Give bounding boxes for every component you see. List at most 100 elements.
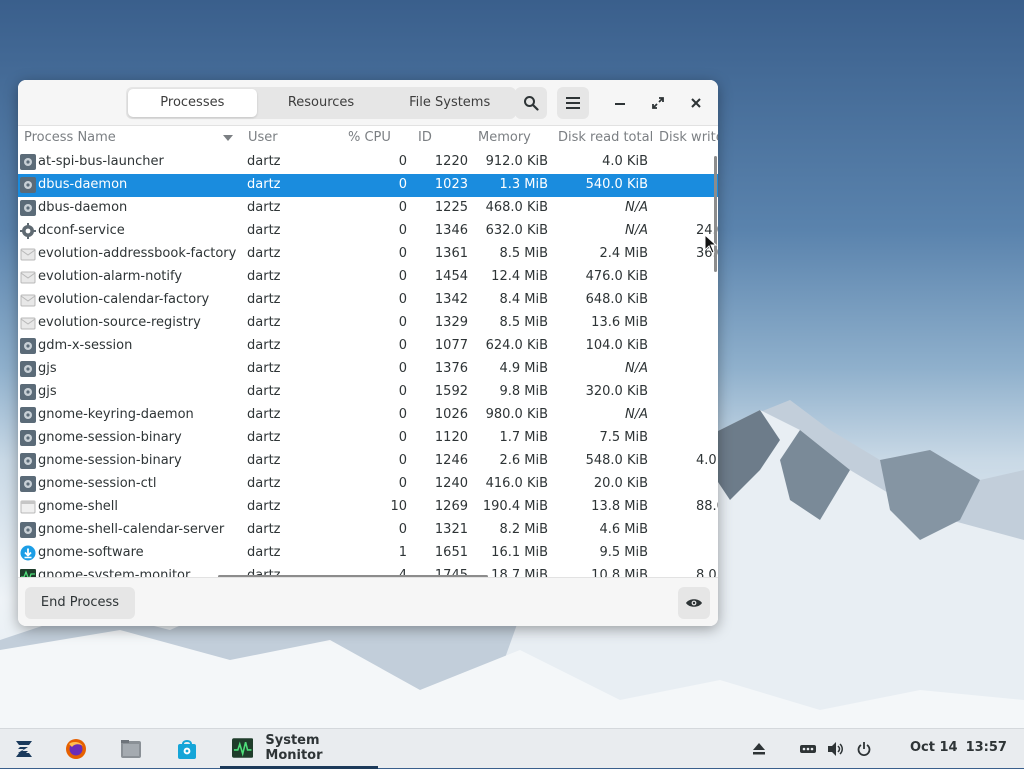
vertical-scrollbar[interactable] (714, 156, 717, 272)
cell-disk-read: 548.0 KiB (585, 453, 648, 468)
table-row[interactable]: dbus-daemon dartz 0 1225 468.0 KiB N/A (18, 197, 718, 220)
network-indicator[interactable] (797, 729, 819, 769)
process-download-icon (20, 545, 36, 561)
cell-id: 1342 (434, 292, 468, 307)
cell-user: dartz (247, 292, 281, 307)
cell-cpu: 0 (398, 223, 407, 238)
cell-memory: 8.2 MiB (499, 522, 548, 537)
cell-memory: 8.5 MiB (499, 246, 548, 261)
cell-id: 1240 (434, 476, 468, 491)
taskbar-system-monitor[interactable]: System Monitor (220, 729, 378, 769)
taskbar-system-monitor-label: System Monitor (265, 732, 323, 763)
cell-name: gnome-software (38, 545, 144, 560)
maximize-button[interactable] (645, 90, 671, 116)
main-menu-button[interactable] (557, 87, 589, 119)
search-button[interactable] (515, 87, 547, 119)
process-cog-icon (20, 223, 36, 239)
cell-user: dartz (247, 453, 281, 468)
process-gear-icon (20, 200, 36, 216)
column-header-cpu[interactable]: % CPU (348, 130, 391, 145)
table-row[interactable]: gnome-shell-calendar-server dartz 0 1321 8.2… (18, 519, 718, 542)
minimize-button[interactable] (607, 90, 633, 116)
cell-id: 1454 (434, 269, 468, 284)
system-monitor-icon (232, 737, 254, 758)
table-row[interactable]: gnome-session-binary dartz 0 1246 2.6 MiB 548… (18, 450, 718, 473)
view-switcher: Processes Resources File Systems (126, 87, 516, 119)
cell-cpu: 0 (398, 200, 407, 215)
cell-cpu: 0 (398, 476, 407, 491)
cell-disk-write: 4.0 (696, 453, 717, 468)
firefox-launcher[interactable] (58, 729, 94, 769)
cell-memory: 4.9 MiB (499, 361, 548, 376)
table-row[interactable]: dconf-servicedartz01346632.0 KiBN/A24.0 (18, 220, 718, 243)
column-header-memory[interactable]: Memory (478, 130, 531, 145)
sort-descending-icon[interactable] (223, 135, 233, 141)
table-row[interactable]: at-spi-bus-launcher dartz 0 1220 912.0 KiB 4.… (18, 151, 718, 174)
mouse-pointer-icon (704, 234, 718, 254)
process-gear-icon (20, 522, 36, 538)
cell-cpu: 0 (398, 522, 407, 537)
zorin-menu-button[interactable] (6, 729, 42, 769)
table-row[interactable]: gnome-session-ctl dartz 0 1240 416.0 KiB 20.0… (18, 473, 718, 496)
cell-disk-read: 104.0 KiB (585, 338, 648, 353)
table-row[interactable]: evolution-source-registry dartz 0 1329 8.5 M… (18, 312, 718, 335)
cell-memory: 980.0 KiB (485, 407, 548, 422)
search-icon (524, 96, 539, 111)
table-row[interactable]: evolution-alarm-notify dartz 0 1454 12.4 MiB… (18, 266, 718, 289)
power-icon (857, 742, 871, 756)
cell-memory: 190.4 MiB (482, 499, 548, 514)
cell-user: dartz (247, 384, 281, 399)
table-row-selected[interactable]: dbus-daemon dartz 0 1023 1.3 MiB 540.0 KiB (18, 174, 718, 197)
column-header-disk-write[interactable]: Disk write (659, 130, 718, 145)
table-row[interactable]: gjs dartz 0 1592 9.8 MiB 320.0 KiB (18, 381, 718, 404)
cell-name: gjs (38, 384, 57, 399)
cell-memory: 12.4 MiB (491, 269, 548, 284)
clock[interactable]: Oct 14 13:57 (910, 740, 1015, 755)
cell-memory: 9.8 MiB (499, 384, 548, 399)
table-row[interactable]: gdm-x-session dartz 0 1077 624.0 KiB 104.0 Ki… (18, 335, 718, 358)
column-header-user[interactable]: User (248, 130, 278, 145)
cell-memory: 624.0 KiB (485, 338, 548, 353)
cell-disk-read: N/A (625, 223, 648, 238)
column-header-disk-read-total[interactable]: Disk read total (558, 130, 653, 145)
close-button[interactable] (683, 90, 709, 116)
cell-user: dartz (247, 200, 281, 215)
eject-button[interactable] (748, 729, 770, 769)
cell-id: 1376 (434, 361, 468, 376)
table-row[interactable]: gnome-shell dartz 10 1269 190.4 MiB 13.8 MiB 8… (18, 496, 718, 519)
process-gear-icon (20, 384, 36, 400)
files-launcher[interactable] (113, 729, 149, 769)
column-header-process-name[interactable]: Process Name (24, 130, 116, 145)
cell-id: 1651 (434, 545, 468, 560)
table-row[interactable]: gnome-session-binary dartz 0 1120 1.7 MiB 7.5… (18, 427, 718, 450)
cell-disk-write: 88.0 (696, 499, 718, 514)
table-row[interactable]: evolution-addressbook-factory dartz 0 1361 8… (18, 243, 718, 266)
table-row[interactable]: gjs dartz 0 1376 4.9 MiB N/A (18, 358, 718, 381)
software-store-launcher[interactable] (169, 729, 205, 769)
column-header-id[interactable]: ID (418, 130, 432, 145)
volume-indicator[interactable] (825, 729, 847, 769)
tab-resources[interactable]: Resources (257, 89, 386, 117)
cell-id: 1120 (434, 430, 468, 445)
cell-disk-read: 7.5 MiB (599, 430, 648, 445)
cell-user: dartz (247, 361, 281, 376)
tab-file-systems[interactable]: File Systems (385, 89, 514, 117)
cell-name: gnome-session-binary (38, 453, 182, 468)
cell-user: dartz (247, 269, 281, 284)
table-row[interactable]: evolution-calendar-factory dartz 0 1342 8.4 … (18, 289, 718, 312)
end-process-button[interactable]: End Process (25, 587, 135, 619)
table-row[interactable]: gnome-keyring-daemon dartz 0 1026 980.0 KiB N… (18, 404, 718, 427)
tab-processes[interactable]: Processes (128, 89, 257, 117)
table-row[interactable]: gnome-software dartz 1 1651 16.1 MiB 9.5 MiB (18, 542, 718, 565)
cell-cpu: 0 (398, 154, 407, 169)
cell-cpu: 10 (390, 499, 407, 514)
cell-user: dartz (247, 476, 281, 491)
view-options-button[interactable] (678, 587, 710, 619)
process-gear-icon (20, 338, 36, 354)
zorin-menu-icon (16, 741, 32, 757)
process-gear-icon (20, 407, 36, 423)
cell-id: 1346 (434, 223, 468, 238)
power-menu-button[interactable] (853, 729, 875, 769)
process-envelope-icon (20, 294, 36, 307)
cell-name: dbus-daemon (38, 177, 128, 192)
